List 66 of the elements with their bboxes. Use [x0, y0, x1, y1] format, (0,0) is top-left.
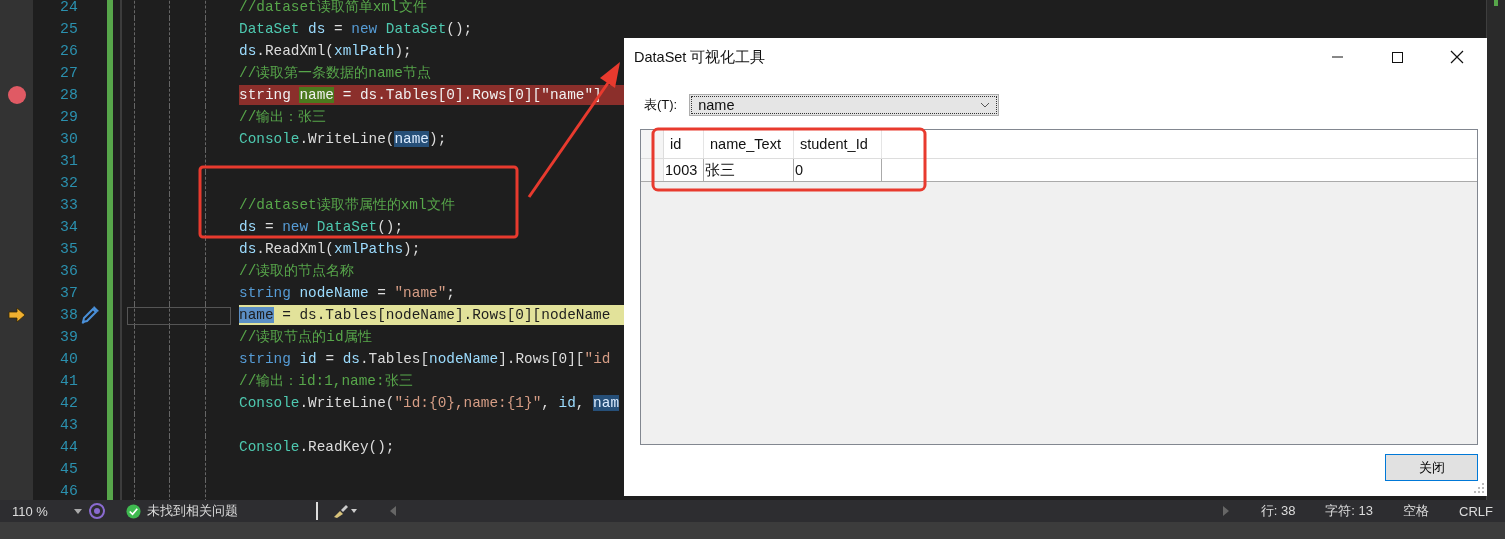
line-ending-indicator[interactable]: CRLF — [1459, 503, 1493, 519]
code-line: DataSet ds = new DataSet(); — [239, 20, 473, 39]
caret-icon[interactable] — [74, 508, 82, 514]
code-line: ds.ReadXml(xmlPaths); — [239, 240, 421, 259]
caret-icon[interactable] — [980, 102, 991, 108]
scroll-left-icon[interactable] — [388, 505, 398, 517]
line-number: 35 — [60, 241, 78, 257]
column-header[interactable]: name_Text — [704, 130, 794, 158]
line-indicator[interactable]: 行: 38 — [1260, 502, 1296, 520]
code-line: //读取节点的id属性 — [239, 328, 372, 347]
line-number: 29 — [60, 109, 78, 125]
whitespace-indicator[interactable]: 空格 — [1403, 502, 1430, 520]
code-line: //输出：张三 — [239, 108, 327, 127]
line-number: 32 — [60, 175, 78, 191]
column-header[interactable]: id — [664, 130, 704, 158]
code-line: string id = ds.Tables[nodeName].Rows[0]["id — [239, 350, 611, 369]
code-line: //读取第一条数据的name节点 — [239, 64, 431, 83]
code-line: //dataset读取带属性的xml文件 — [239, 196, 455, 215]
code-line: string nodeName = "name"; — [239, 284, 455, 303]
line-number: 36 — [60, 263, 78, 279]
code-line: Console.WriteLine(name); — [239, 130, 447, 149]
line-number: 27 — [60, 65, 78, 81]
line-number: 37 — [60, 285, 78, 301]
glyph-margin[interactable] — [0, 0, 33, 500]
line-number: 38 — [60, 307, 78, 323]
table-cell[interactable]: 张三 — [704, 159, 794, 181]
code-line: Console.WriteLine("id:{0},name:{1}", id, nam — [239, 394, 620, 413]
code-line: //读取的节点名称 — [239, 262, 355, 281]
breakpoint-icon[interactable] — [7, 86, 26, 104]
line-number: 33 — [60, 197, 78, 213]
code-line: Console.ReadKey(); — [239, 438, 395, 457]
table-cell[interactable]: 0 — [794, 159, 882, 181]
close-button[interactable]: 关闭 — [1385, 454, 1478, 481]
line-number: 30 — [60, 131, 78, 147]
assistant-icon[interactable] — [88, 502, 106, 520]
table-cell[interactable]: 1003 — [664, 159, 704, 181]
line-number: 40 — [60, 351, 78, 367]
row-header[interactable] — [641, 159, 664, 181]
code-line: ds.ReadXml(xmlPath); — [239, 42, 412, 61]
line-number: 24 — [60, 0, 78, 15]
resize-grip-icon[interactable] — [1473, 482, 1485, 494]
column-header[interactable]: student_Id — [794, 130, 882, 158]
scrollbar[interactable] — [1486, 0, 1505, 500]
issues-status[interactable]: 未找到相关问题 — [147, 502, 238, 520]
line-number: 28 — [60, 87, 78, 103]
line-number: 39 — [60, 329, 78, 345]
line-number: 46 — [60, 483, 78, 499]
line-number: 43 — [60, 417, 78, 433]
code-line: ds = new DataSet(); — [239, 218, 404, 237]
brush-icon[interactable] — [332, 503, 358, 519]
char-indicator[interactable]: 字符: 13 — [1325, 502, 1374, 520]
check-icon — [126, 503, 141, 519]
table-label: 表(T): — [644, 96, 678, 114]
code-line: //输出：id:1,name:张三 — [239, 372, 413, 391]
line-number: 42 — [60, 395, 78, 411]
window-title: DataSet 可视化工具 — [634, 47, 766, 67]
zoom-dropdown[interactable]: 110 % — [12, 503, 82, 519]
scroll-right-icon[interactable] — [1220, 505, 1231, 517]
line-number: 44 — [60, 439, 78, 455]
line-number: 25 — [60, 21, 78, 37]
line-number: 45 — [60, 461, 78, 477]
table-dropdown[interactable]: name — [689, 94, 1000, 116]
line-number: 26 — [60, 43, 78, 59]
line-number: 31 — [60, 153, 78, 169]
line-number: 41 — [60, 373, 78, 389]
line-number: 34 — [60, 219, 78, 235]
